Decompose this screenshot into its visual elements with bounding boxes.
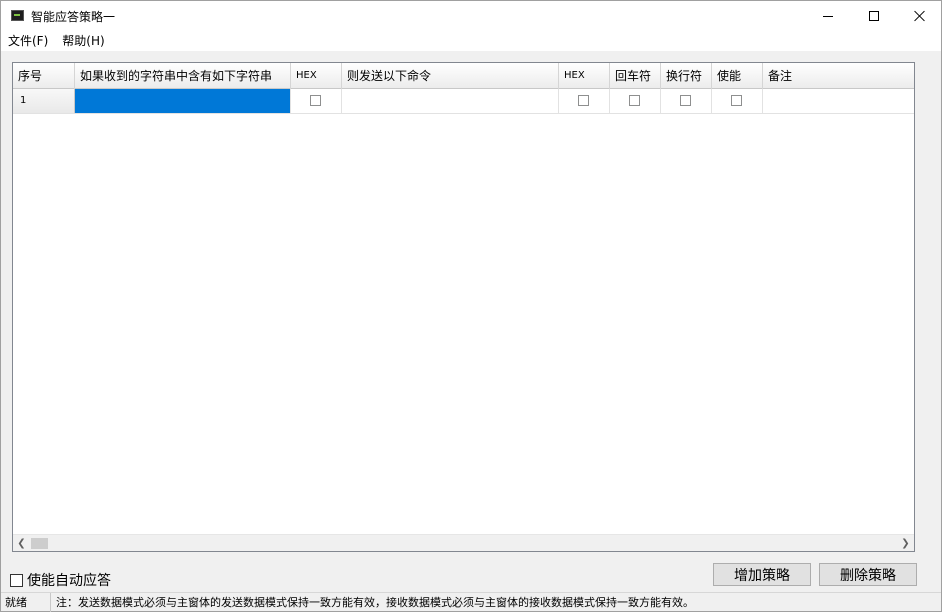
column-header-carriage-return[interactable]: 回车符 bbox=[610, 63, 661, 89]
row-index[interactable]: 1 bbox=[13, 89, 75, 113]
column-header-note[interactable]: 备注 bbox=[763, 63, 914, 89]
auto-reply-toggle[interactable]: 使能自动应答 bbox=[10, 570, 111, 590]
menu-help[interactable]: 帮助(H) bbox=[55, 31, 111, 51]
column-header-line-feed[interactable]: 换行符 bbox=[661, 63, 712, 89]
line-feed-checkbox[interactable] bbox=[680, 95, 691, 106]
receive-hex-checkbox[interactable] bbox=[310, 95, 321, 106]
delete-strategy-button[interactable]: 删除策略 bbox=[819, 563, 917, 586]
scroll-right-icon[interactable]: ❯ bbox=[897, 535, 914, 551]
send-command-cell[interactable] bbox=[342, 89, 559, 113]
note-cell[interactable] bbox=[763, 89, 914, 113]
scrollbar-thumb[interactable] bbox=[31, 538, 48, 549]
minimize-icon bbox=[823, 15, 833, 17]
column-header-receive-string[interactable]: 如果收到的字符串中含有如下字符串 bbox=[75, 63, 291, 89]
send-hex-checkbox[interactable] bbox=[578, 95, 589, 106]
column-header-send-command[interactable]: 则发送以下命令 bbox=[342, 63, 559, 89]
table-row: 1 bbox=[13, 89, 914, 114]
auto-reply-checkbox[interactable] bbox=[10, 573, 23, 587]
enabled-checkbox[interactable] bbox=[731, 95, 742, 106]
maximize-icon bbox=[869, 11, 879, 21]
close-button[interactable] bbox=[897, 1, 942, 31]
receive-string-cell[interactable] bbox=[75, 89, 291, 113]
auto-reply-label: 使能自动应答 bbox=[27, 573, 111, 589]
horizontal-scrollbar[interactable]: ❮ ❯ bbox=[13, 534, 914, 551]
carriage-return-cell[interactable] bbox=[610, 89, 661, 113]
strategy-grid: 序号 如果收到的字符串中含有如下字符串 HEX 则发送以下命令 HEX 回车符 … bbox=[12, 62, 915, 552]
send-hex-cell[interactable] bbox=[559, 89, 610, 113]
enabled-cell[interactable] bbox=[712, 89, 763, 113]
maximize-button[interactable] bbox=[851, 1, 897, 31]
status-state: 就绪 bbox=[1, 593, 51, 612]
grid-header: 序号 如果收到的字符串中含有如下字符串 HEX 则发送以下命令 HEX 回车符 … bbox=[13, 63, 914, 89]
status-note: 注：发送数据模式必须与主窗体的发送数据模式保持一致方能有效，接收数据模式必须与主… bbox=[56, 596, 694, 609]
column-header-index[interactable]: 序号 bbox=[13, 63, 75, 89]
receive-hex-cell[interactable] bbox=[291, 89, 342, 113]
menu-file[interactable]: 文件(F) bbox=[1, 31, 55, 51]
add-strategy-button[interactable]: 增加策略 bbox=[713, 563, 811, 586]
close-icon bbox=[914, 10, 926, 22]
app-window: 智能应答策略一 文件(F) 帮助(H) 序号 如果收到的字符串中含有如下字符串 … bbox=[0, 0, 942, 612]
line-feed-cell[interactable] bbox=[661, 89, 712, 113]
status-bar: 就绪 注：发送数据模式必须与主窗体的发送数据模式保持一致方能有效，接收数据模式必… bbox=[1, 592, 941, 612]
title-bar[interactable]: 智能应答策略一 bbox=[1, 1, 941, 31]
column-header-send-hex[interactable]: HEX bbox=[559, 63, 610, 89]
window-title: 智能应答策略一 bbox=[31, 10, 116, 24]
terminal-app-icon bbox=[11, 10, 24, 21]
scroll-left-icon[interactable]: ❮ bbox=[13, 535, 30, 551]
column-header-enabled[interactable]: 使能 bbox=[712, 63, 763, 89]
column-header-receive-hex[interactable]: HEX bbox=[291, 63, 342, 89]
menu-bar: 文件(F) 帮助(H) bbox=[1, 31, 941, 51]
carriage-return-checkbox[interactable] bbox=[629, 95, 640, 106]
minimize-button[interactable] bbox=[805, 1, 851, 31]
